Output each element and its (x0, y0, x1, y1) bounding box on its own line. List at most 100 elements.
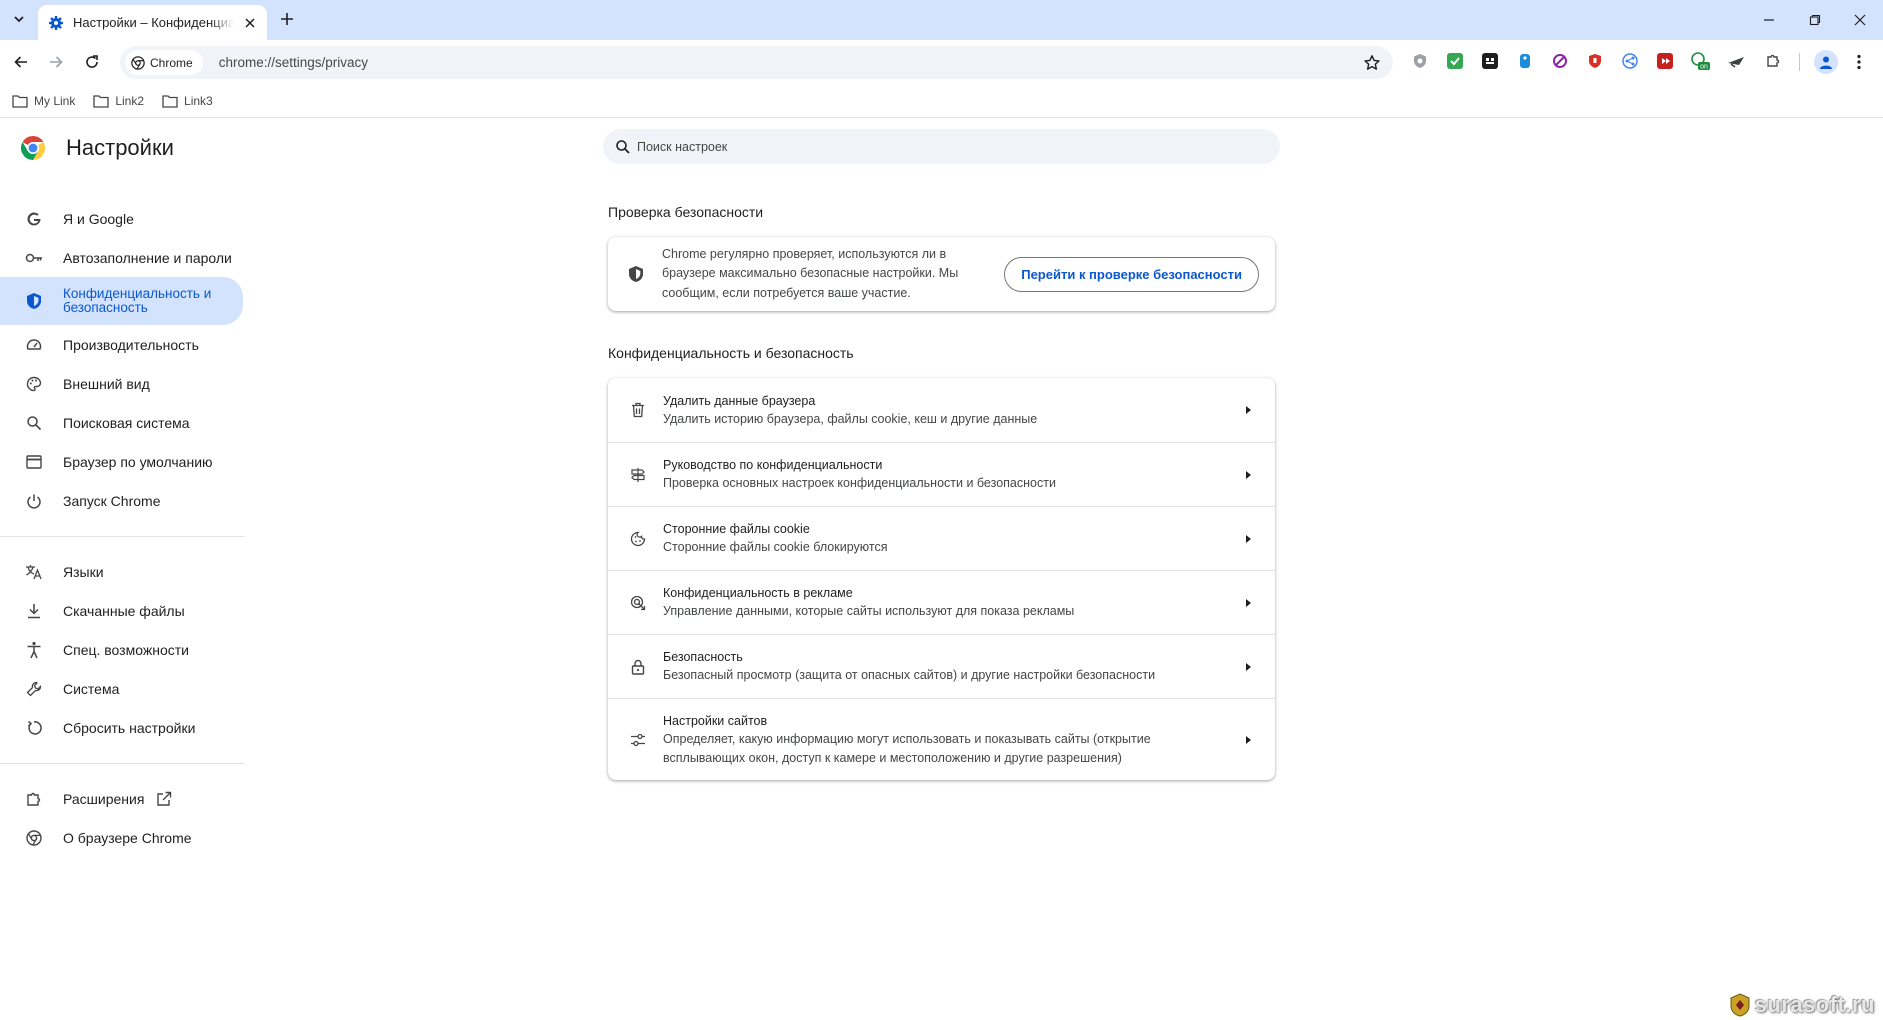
settings-page: Настройки Я и Google Автозаполнение и па… (0, 119, 1883, 1020)
nav-item-extensions[interactable]: Расширения (0, 779, 243, 818)
privacy-row-ad-privacy[interactable]: Конфиденциальность в рекламе Управление … (608, 570, 1275, 634)
nav-item-downloads[interactable]: Скачанные файлы (0, 591, 243, 630)
privacy-row-third-party-cookies[interactable]: Сторонние файлы cookie Сторонние файлы c… (608, 506, 1275, 570)
nav-item-appearance[interactable]: Внешний вид (0, 364, 243, 403)
settings-header: Настройки (20, 135, 174, 161)
more-vert-icon (1857, 54, 1861, 70)
download-icon (24, 601, 44, 621)
watermark-text: surasoft.ru (1754, 992, 1875, 1017)
nav-divider (0, 536, 245, 537)
forward-button[interactable] (44, 50, 68, 74)
bookmark-star-icon[interactable] (1363, 54, 1381, 72)
nav-item-default-browser[interactable]: Браузер по умолчанию (0, 442, 243, 481)
lock-icon (628, 657, 648, 677)
new-tab-button[interactable] (276, 8, 298, 30)
tag-ext-icon[interactable] (1515, 51, 1535, 71)
settings-gear-icon (49, 15, 63, 30)
shield-check-icon (629, 266, 643, 282)
bookmark-item[interactable]: Link3 (162, 94, 213, 108)
plane-ext-icon[interactable] (1726, 51, 1746, 71)
bookmark-item[interactable]: Link2 (93, 94, 144, 108)
nav-item-privacy[interactable]: Конфиденциальность и безопасность (0, 277, 243, 325)
translate-icon (24, 562, 44, 582)
nav-item-languages[interactable]: Языки (0, 552, 243, 591)
bookmark-label: My Link (34, 93, 76, 108)
accessibility-icon (24, 640, 44, 660)
nav-item-system[interactable]: Система (0, 669, 243, 708)
privacy-row-clear-data[interactable]: Удалить данные браузера Удалить историю … (608, 378, 1275, 442)
shield-ext-icon[interactable] (1410, 51, 1430, 71)
minimize-button[interactable] (1746, 0, 1792, 40)
ad-privacy-icon (628, 593, 648, 613)
nav-divider (0, 763, 245, 764)
nav-label: Я и Google (63, 210, 134, 227)
nav-label: Браузер по умолчанию (63, 453, 213, 470)
play-ext-icon[interactable] (1655, 51, 1675, 71)
privacy-row-privacy-guide[interactable]: Руководство по конфиденциальности Провер… (608, 442, 1275, 506)
restore-button[interactable] (1792, 0, 1838, 40)
tab-search-button[interactable] (7, 7, 31, 31)
puzzle-ext-icon[interactable] (1763, 51, 1783, 71)
go-to-safety-check-button[interactable]: Перейти к проверке безопасности (1004, 257, 1259, 292)
privacy-section-heading: Конфиденциальность и безопасность (608, 345, 854, 361)
plus-icon (281, 13, 293, 25)
privacy-card: Удалить данные браузера Удалить историю … (608, 378, 1275, 780)
restore-icon (1809, 14, 1821, 26)
row-title: Безопасность (663, 650, 743, 664)
on-ext-icon[interactable]: on (1690, 51, 1710, 71)
ublock-ext-icon[interactable] (1585, 51, 1605, 71)
privacy-row-security[interactable]: Безопасность Безопасный просмотр (защита… (608, 634, 1275, 698)
block-ext-icon[interactable] (1550, 51, 1570, 71)
google-icon (24, 209, 44, 229)
profile-avatar[interactable] (1814, 50, 1838, 74)
toolbar: Chrome chrome://settings/privacy on (0, 40, 1883, 84)
nav-label: Конфиденциальность и безопасность (63, 286, 212, 315)
nav-item-about-chrome[interactable]: О браузере Chrome (0, 818, 243, 857)
safety-check-description: Chrome регулярно проверяет, используются… (662, 246, 959, 300)
row-title: Сторонние файлы cookie (663, 522, 810, 536)
folder-icon (93, 94, 109, 108)
back-button[interactable] (9, 50, 33, 74)
active-tab[interactable]: Настройки – Конфиденциальность и безопас… (38, 5, 267, 40)
privacy-row-site-settings[interactable]: Настройки сайтов Определяет, какую инфор… (608, 698, 1275, 780)
nav-item-autofill[interactable]: Автозаполнение и пароли (0, 238, 243, 277)
game-ext-icon[interactable] (1480, 51, 1500, 71)
watermark-logo-icon (1730, 993, 1750, 1017)
on-badge-text: on (1700, 64, 1708, 71)
check-ext-icon[interactable] (1445, 51, 1465, 71)
nav-label: Расширения (63, 790, 145, 807)
browser-window-icon (24, 452, 44, 472)
bookmark-item[interactable]: My Link (12, 94, 75, 108)
nav-item-accessibility[interactable]: Спец. возможности (0, 630, 243, 669)
reload-button[interactable] (80, 50, 104, 74)
nav-item-you-and-google[interactable]: Я и Google (0, 199, 243, 238)
nav-label: Запуск Chrome (63, 492, 161, 509)
search-icon (24, 413, 44, 433)
address-bar[interactable]: Chrome chrome://settings/privacy (120, 46, 1393, 79)
row-subtitle: Управление данными, которые сайты исполь… (663, 604, 1075, 618)
close-window-button[interactable] (1837, 0, 1883, 40)
close-tab-icon[interactable] (242, 15, 258, 31)
nav-label: Скачанные файлы (63, 602, 185, 619)
arrow-right-icon (1246, 735, 1251, 744)
url-text[interactable]: chrome://settings/privacy (219, 55, 1363, 70)
reset-icon (24, 718, 44, 738)
arrow-right-icon (1246, 406, 1251, 414)
nav-item-performance[interactable]: Производительность (0, 325, 243, 364)
site-info-chip[interactable]: Chrome (125, 50, 203, 75)
arrow-left-icon (14, 56, 27, 68)
nav-label: Система (63, 680, 120, 697)
share-ext-icon[interactable] (1620, 51, 1640, 71)
palette-icon (24, 374, 44, 394)
nav-item-on-startup[interactable]: Запуск Chrome (0, 481, 243, 520)
nav-label: Внешний вид (63, 375, 150, 392)
chrome-menu-button[interactable] (1848, 51, 1870, 73)
nav-item-search-engine[interactable]: Поисковая система (0, 403, 243, 442)
arrow-right-icon (1246, 470, 1251, 479)
key-icon (24, 248, 44, 268)
safety-check-heading: Проверка безопасности (608, 204, 764, 220)
settings-search-box[interactable] (603, 129, 1280, 164)
settings-search-input[interactable] (637, 139, 1237, 154)
nav-item-reset[interactable]: Сбросить настройки (0, 708, 243, 747)
row-subtitle: Удалить историю браузера, файлы cookie, … (663, 411, 1038, 426)
